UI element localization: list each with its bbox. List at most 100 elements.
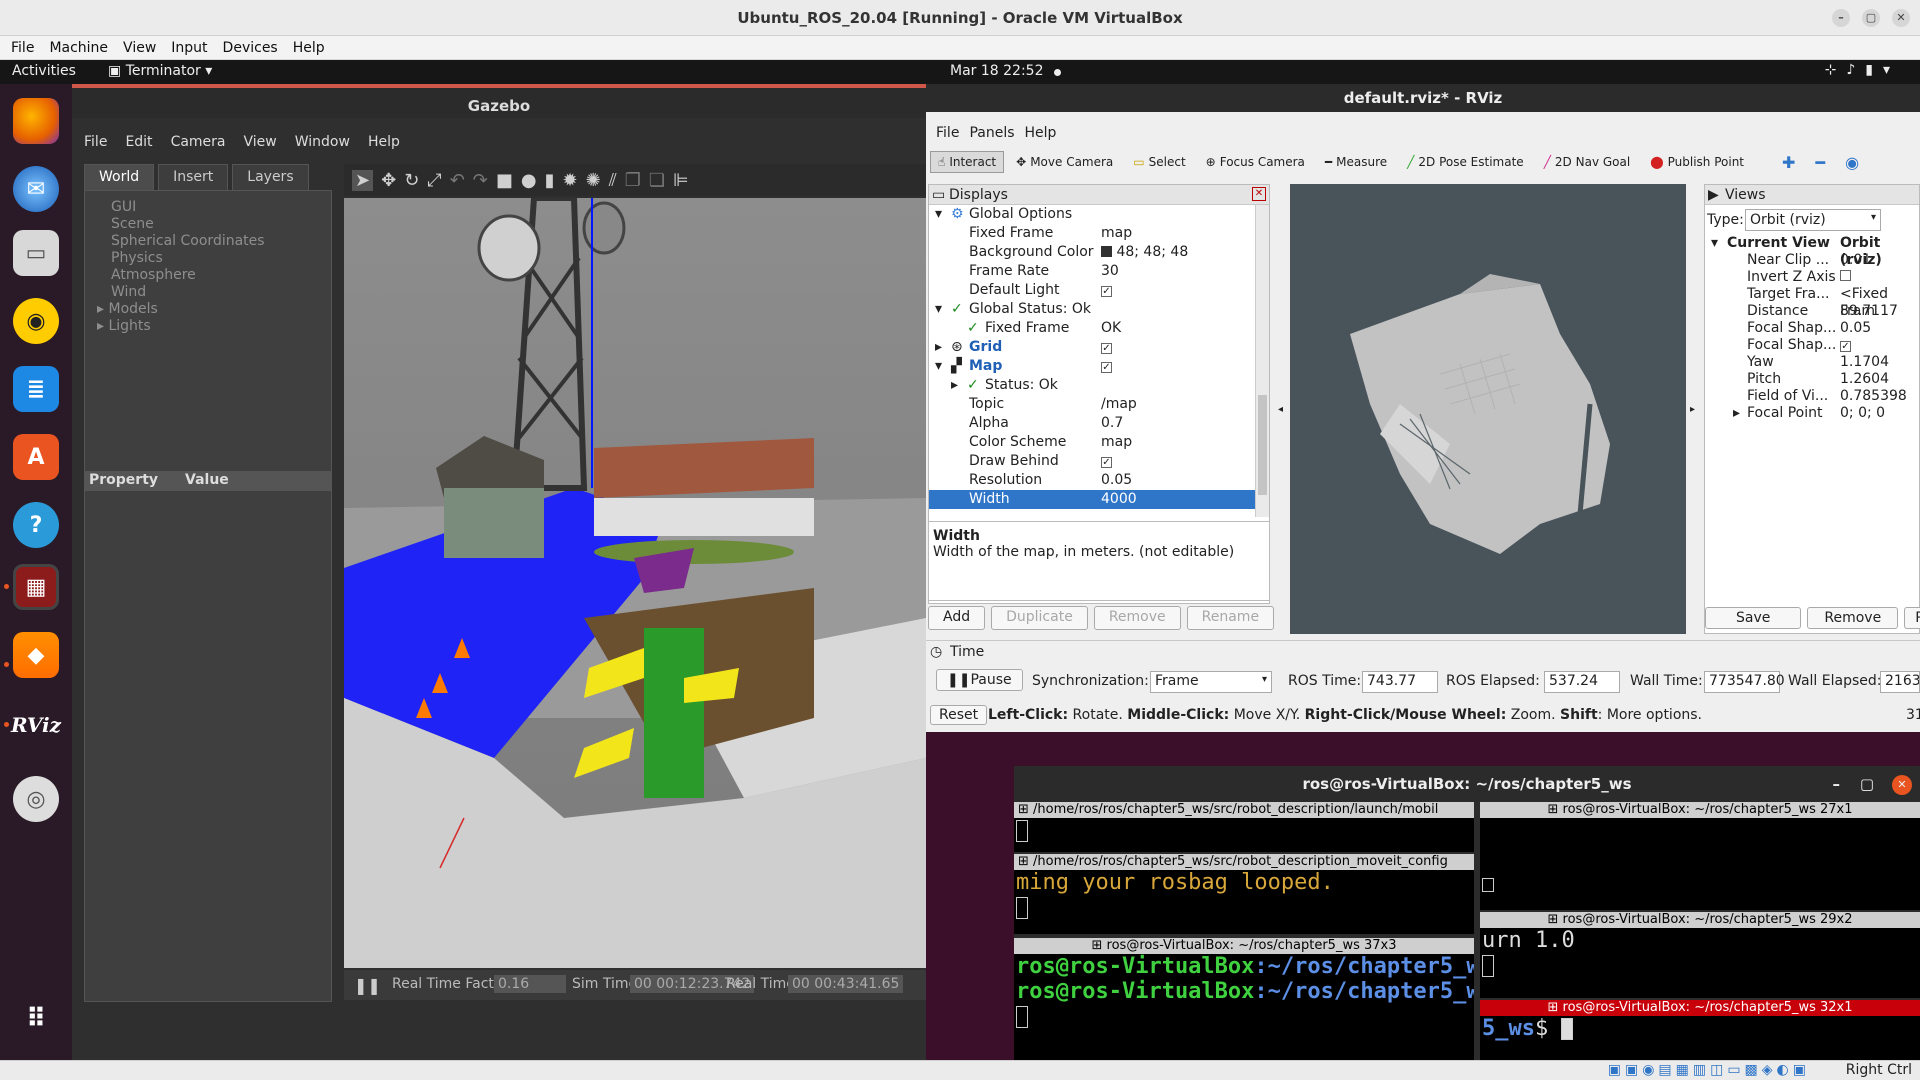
collapse-arrow-icon[interactable]: ▾ (935, 300, 942, 319)
gz-menu-file[interactable]: File (84, 134, 107, 150)
yaw-value[interactable]: 1.1704 (1840, 354, 1889, 371)
libreoffice-writer-icon[interactable]: ≣ (13, 366, 59, 412)
minimize-icon[interactable]: – (1832, 9, 1850, 27)
focal-point-row[interactable]: ▸ Focal Point 0; 0; 0 (1705, 405, 1919, 422)
background-color-value[interactable]: 48; 48; 48 (1101, 243, 1188, 262)
draw-behind-row[interactable]: Draw Behind ✓ (929, 452, 1269, 471)
terminator-icon[interactable]: ▦ (13, 564, 59, 610)
firefox-icon[interactable] (13, 98, 59, 144)
rv-menu-panels[interactable]: Panels (969, 125, 1014, 141)
tree-item-scene[interactable]: Scene (85, 216, 331, 233)
rviz-icon[interactable]: RViz (11, 702, 61, 748)
box-shape-icon[interactable]: ■ (496, 170, 513, 191)
tab-world[interactable]: World (84, 164, 155, 190)
show-apps-icon[interactable]: ⠿ (13, 996, 59, 1042)
vm-device-icons[interactable]: ▣▣◉▤▦▥◫▭▩◈◐▣ (1608, 1062, 1810, 1078)
global-options-row[interactable]: ▾ ⚙ Global Options (929, 205, 1269, 224)
activities-button[interactable]: Activities (12, 63, 76, 79)
collapse-arrow-icon[interactable]: ▾ (935, 357, 942, 376)
sync-select[interactable]: Frame ▾ (1150, 671, 1272, 693)
duplicate-display-button[interactable]: Duplicate (991, 606, 1088, 630)
fixed-frame-row[interactable]: Fixed Frame map (929, 224, 1269, 243)
gz-menu-window[interactable]: Window (295, 134, 350, 150)
files-icon[interactable]: ▭ (13, 230, 59, 276)
alpha-value[interactable]: 0.7 (1101, 414, 1123, 433)
near-clip-row[interactable]: Near Clip ... 0.01 (1705, 252, 1919, 269)
current-view-row[interactable]: ▾ Current View Orbit (rviz) (1705, 235, 1919, 268)
vbox-menu-view[interactable]: View (123, 40, 156, 56)
terminal-pane-5[interactable]: ⊞ ros@ros-VirtualBox: ~/ros/chapter5_ws … (1480, 912, 1920, 998)
rename-view-button[interactable]: Re (1904, 607, 1920, 629)
translate-mode-icon[interactable]: ✥ (381, 170, 396, 191)
scale-mode-icon[interactable]: ⤢ (427, 170, 441, 191)
save-view-button[interactable]: Save (1705, 607, 1802, 629)
vbox-menu-help[interactable]: Help (293, 40, 325, 56)
collapse-arrow-icon[interactable]: ▾ (1711, 235, 1718, 252)
software-center-icon[interactable]: A (13, 434, 59, 480)
pose-estimate-tool[interactable]: ╱ 2D Pose Estimate (1399, 151, 1532, 173)
tree-item-physics[interactable]: Physics (85, 250, 331, 267)
frame-rate-value[interactable]: 30 (1101, 262, 1119, 281)
map-status-row[interactable]: ▸ ✓ Status: Ok (929, 376, 1269, 395)
nav-goal-tool[interactable]: ╱ 2D Nav Goal (1536, 151, 1639, 173)
tree-item-models[interactable]: ▸ Models (85, 301, 331, 318)
grid-row[interactable]: ▸ ⊛ Grid ✓ (929, 338, 1269, 357)
tab-insert[interactable]: Insert (158, 164, 229, 190)
fov-value[interactable]: 0.785398 (1840, 388, 1907, 405)
alpha-row[interactable]: Alpha 0.7 (929, 414, 1269, 433)
terminal-pane-3[interactable]: ⊞ ros@ros-VirtualBox: ~/ros/chapter5_ws … (1014, 938, 1474, 1060)
yaw-row[interactable]: Yaw 1.1704 (1705, 354, 1919, 371)
close-panel-icon[interactable]: ✕ (1252, 187, 1266, 201)
focal-shape-fixed-checkbox[interactable]: ✓ (1840, 337, 1851, 354)
focal-shape-fixed-row[interactable]: Focal Shap... ✓ (1705, 337, 1919, 354)
directional-light-icon[interactable]: ⫽ (609, 170, 617, 191)
remove-display-button[interactable]: Remove (1093, 606, 1181, 630)
collapse-right-panel-icon[interactable]: ▸ (1690, 404, 1695, 415)
default-light-checkbox[interactable]: ✓ (1101, 281, 1112, 300)
pitch-row[interactable]: Pitch 1.2604 (1705, 371, 1919, 388)
topic-value[interactable]: /map (1101, 395, 1137, 414)
sphere-shape-icon[interactable]: ● (521, 170, 537, 191)
reset-button[interactable]: Reset (930, 705, 988, 725)
expand-arrow-icon[interactable]: ▸ (951, 376, 958, 395)
remove-view-button[interactable]: Remove (1807, 607, 1899, 629)
gazebo-3d-scene[interactable] (344, 198, 926, 968)
undo-icon[interactable]: ↶ (450, 170, 465, 191)
invert-z-checkbox[interactable] (1840, 269, 1851, 286)
color-scheme-row[interactable]: Color Scheme map (929, 433, 1269, 452)
close-icon[interactable]: ✕ (1892, 775, 1912, 795)
background-color-row[interactable]: Background Color 48; 48; 48 (929, 243, 1269, 262)
vbox-menu-devices[interactable]: Devices (223, 40, 278, 56)
point-light-icon[interactable]: ✹ (563, 170, 578, 191)
collapse-arrow-icon[interactable]: ▾ (935, 205, 942, 224)
eye-icon[interactable]: ◉ (1845, 153, 1859, 172)
pause-button[interactable]: ❚❚Pause (936, 669, 1023, 691)
invert-z-row[interactable]: Invert Z Axis (1705, 269, 1919, 286)
fov-row[interactable]: Field of Vi... 0.785398 (1705, 388, 1919, 405)
resolution-row[interactable]: Resolution 0.05 (929, 471, 1269, 490)
width-row[interactable]: Width 4000 (929, 490, 1255, 509)
select-tool[interactable]: ▭ Select (1125, 151, 1193, 173)
distance-row[interactable]: Distance 89.7117 (1705, 303, 1919, 320)
tree-item-lights[interactable]: ▸ Lights (85, 318, 331, 335)
expand-arrow-icon[interactable]: ▸ (1733, 405, 1740, 422)
clock[interactable]: Mar 18 22:52 (950, 63, 1043, 79)
focus-camera-tool[interactable]: ⊕ Focus Camera (1198, 151, 1313, 173)
vbox-menu-machine[interactable]: Machine (49, 40, 108, 56)
terminal-pane-4[interactable]: ⊞ ros@ros-VirtualBox: ~/ros/chapter5_ws … (1480, 802, 1920, 910)
rhythmbox-icon[interactable]: ◉ (13, 298, 59, 344)
focal-shape-size-row[interactable]: Focal Shap... 0.05 (1705, 320, 1919, 337)
distance-value[interactable]: 89.7117 (1840, 303, 1898, 320)
displays-scrollbar[interactable] (1255, 205, 1269, 517)
rv-menu-file[interactable]: File (936, 125, 959, 141)
collapse-left-panel-icon[interactable]: ◂ (1278, 404, 1283, 415)
gs-fixed-frame-row[interactable]: ✓ Fixed Frame OK (929, 319, 1269, 338)
gz-menu-view[interactable]: View (244, 134, 277, 150)
gz-menu-help[interactable]: Help (368, 134, 400, 150)
rviz-3d-view[interactable] (1290, 184, 1686, 634)
rotate-mode-icon[interactable]: ↻ (404, 170, 419, 191)
pause-icon[interactable]: ❚❚ (354, 976, 381, 995)
near-clip-value[interactable]: 0.01 (1840, 252, 1871, 269)
focal-shape-size-value[interactable]: 0.05 (1840, 320, 1871, 337)
app-menu-terminator[interactable]: ▣ Terminator ▾ (108, 63, 212, 79)
